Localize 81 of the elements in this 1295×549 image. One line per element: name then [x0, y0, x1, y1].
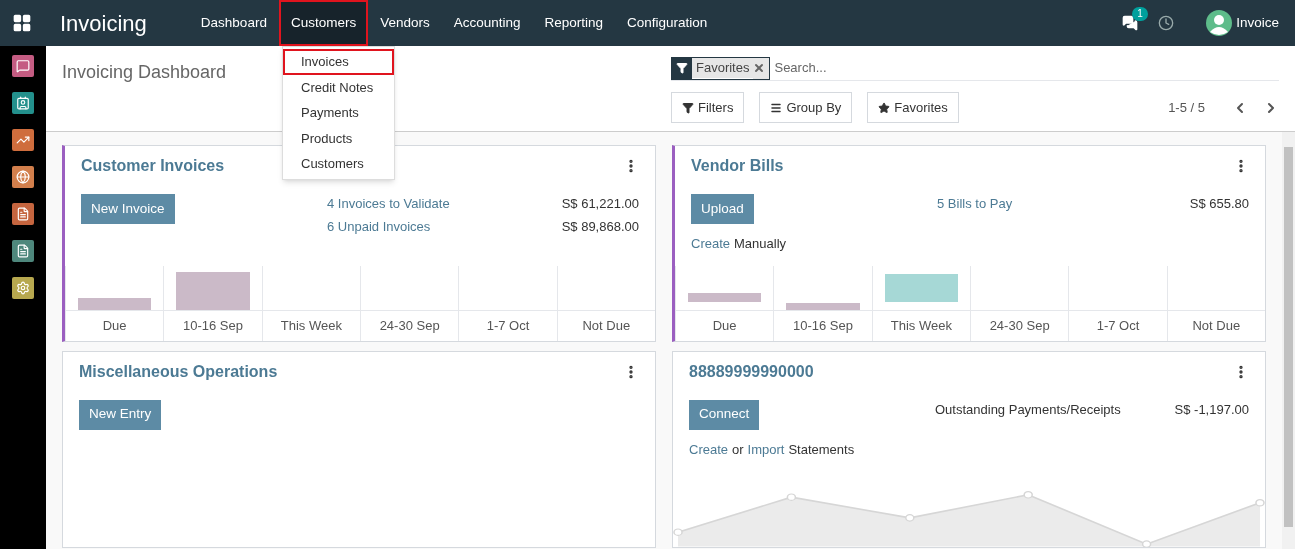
axis-label: 24-30 Sep — [989, 317, 1050, 336]
app-shortcut[interactable] — [12, 203, 34, 225]
chart-point — [1023, 490, 1033, 499]
axis-label: This Week — [890, 317, 952, 336]
stat-amount: S$ 61,221.00 — [561, 195, 639, 213]
facet-label: Favorites — [692, 58, 754, 78]
stat-link[interactable]: 6 Unpaid Invoices — [327, 216, 431, 236]
user-name[interactable]: Invoice — [1236, 12, 1279, 34]
axis-label: 24-30 Sep — [379, 317, 440, 336]
gear-icon — [16, 281, 30, 295]
document-icon — [16, 207, 30, 221]
star-icon — [878, 101, 891, 114]
axis-label: 1-7 Oct — [1096, 317, 1140, 336]
app-shortcut[interactable] — [12, 55, 34, 77]
menu-item[interactable]: Customers — [278, 0, 369, 46]
pager-value: 1-5 / 5 — [1168, 98, 1205, 117]
list-icon — [770, 101, 783, 114]
menu-item[interactable]: Configuration — [615, 0, 720, 46]
apps-menu-icon[interactable] — [12, 13, 32, 33]
stat-amount: S$ 655.80 — [1189, 195, 1249, 213]
globe-icon — [16, 170, 30, 184]
label: Manually — [734, 235, 787, 253]
dropdown-item[interactable]: Customers — [283, 151, 394, 177]
menu-item[interactable]: Accounting — [441, 0, 533, 46]
app-shortcut[interactable] — [12, 129, 34, 151]
app-shortcut[interactable] — [12, 166, 34, 188]
app-title: Invoicing — [60, 9, 147, 38]
chart-point — [786, 493, 797, 502]
stat-label: Outstanding Payments/Receipts — [935, 400, 1121, 419]
search-field[interactable]: Search... — [770, 58, 1279, 78]
axis-label: 10-16 Sep — [793, 317, 853, 336]
axis-label: Due — [712, 317, 737, 336]
action-button[interactable]: Upload — [691, 194, 754, 224]
scrollbar[interactable] — [1282, 132, 1295, 549]
link[interactable]: Create — [691, 234, 731, 254]
card-title[interactable]: 88889999990000 — [689, 359, 814, 384]
label: or — [732, 440, 744, 459]
axis-label: 1-7 Oct — [486, 317, 530, 336]
filter-icon — [676, 62, 688, 74]
stat-link[interactable]: 5 Bills to Pay — [937, 194, 1013, 214]
action-button[interactable]: Connect — [689, 399, 760, 430]
action-button[interactable]: New Entry — [79, 399, 162, 430]
remove-icon[interactable] — [753, 62, 766, 74]
stat-amount: S$ 89,868.00 — [561, 217, 639, 236]
label: Statements — [788, 440, 855, 459]
document-icon — [16, 244, 30, 258]
dropdown-item[interactable]: Credit Notes — [283, 74, 394, 100]
search-option-button[interactable]: Group By — [759, 92, 853, 123]
filter-icon — [682, 101, 694, 114]
menu-item[interactable]: Dashboard — [188, 0, 279, 46]
dropdown-item[interactable]: Products — [283, 125, 394, 151]
clock-icon[interactable] — [1158, 15, 1175, 31]
axis-label: Not Due — [582, 317, 631, 336]
contact-card-icon — [16, 96, 30, 110]
action-button[interactable]: New Invoice — [81, 194, 175, 224]
card-title[interactable]: Miscellaneous Operations — [79, 359, 278, 384]
menu-item[interactable]: Vendors — [368, 0, 442, 46]
dropdown-item[interactable]: Payments — [283, 100, 394, 126]
menu-item[interactable]: Reporting — [532, 0, 616, 46]
link[interactable]: Import — [747, 439, 785, 459]
avatar-icon[interactable] — [1206, 10, 1233, 36]
card-title[interactable]: Vendor Bills — [691, 154, 784, 178]
chart-point — [905, 514, 915, 522]
search-option-button[interactable]: Filters — [671, 92, 745, 123]
page-title: Invoicing Dashboard — [62, 62, 227, 82]
card-title[interactable]: Customer Invoices — [81, 154, 225, 178]
axis-label: Not Due — [1192, 317, 1241, 336]
axis-label: Due — [102, 317, 127, 336]
messages-icon[interactable] — [1122, 15, 1139, 31]
chat-icon — [16, 59, 30, 73]
link[interactable]: Create — [689, 439, 729, 459]
stat-amount: S$ -1,197.00 — [1174, 400, 1249, 419]
axis-label: 10-16 Sep — [183, 317, 243, 336]
app-shortcut[interactable] — [12, 240, 34, 262]
notification-badge: 1 — [1132, 7, 1148, 21]
axis-label: This Week — [280, 317, 342, 336]
app-shortcut[interactable] — [12, 92, 34, 114]
app-shortcut[interactable] — [12, 277, 34, 299]
search-option-button[interactable]: Favorites — [867, 92, 959, 123]
stat-link[interactable]: 4 Invoices to Validate — [327, 194, 450, 214]
dropdown-item[interactable]: Invoices — [283, 49, 394, 75]
